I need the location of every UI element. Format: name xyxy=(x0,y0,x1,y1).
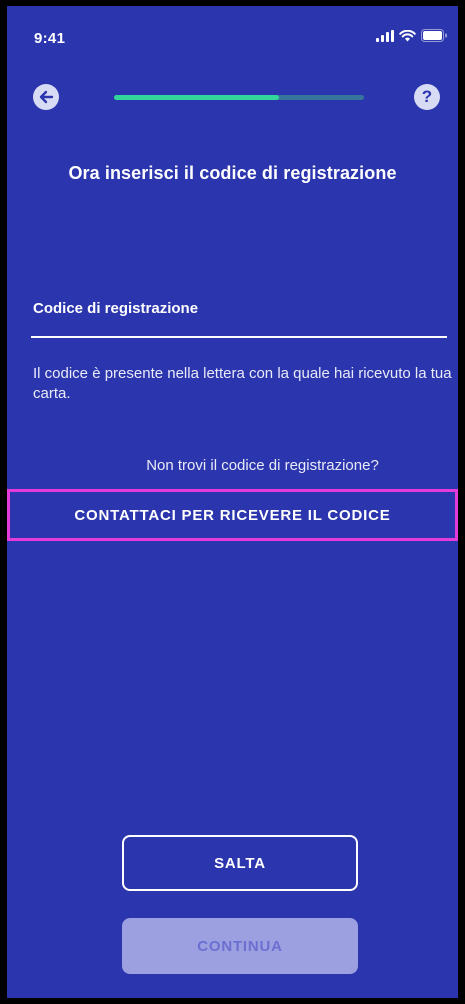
registration-code-label: Codice di registrazione xyxy=(33,300,199,317)
back-button[interactable] xyxy=(33,84,59,110)
code-not-found-question: Non trovi il codice di registrazione? xyxy=(146,457,379,474)
status-time: 9:41 xyxy=(34,30,66,47)
nav-bar: ? xyxy=(7,80,458,114)
continue-button[interactable]: CONTINUA xyxy=(122,918,358,974)
cellular-signal-icon xyxy=(376,29,394,42)
status-icons xyxy=(376,29,448,42)
progress-fill xyxy=(114,95,279,100)
help-button[interactable]: ? xyxy=(414,84,440,110)
helper-text: Il codice è presente nella lettera con l… xyxy=(33,365,452,402)
registration-code-screen: 9:41 ? Ora inserisci il codice di regist… xyxy=(7,6,458,998)
page-title: Ora inserisci il codice di registrazione xyxy=(68,163,397,183)
arrow-left-icon xyxy=(39,90,54,104)
wifi-icon xyxy=(399,29,416,41)
battery-icon xyxy=(421,29,447,42)
contact-us-link[interactable]: CONTATTACI PER RICEVERE IL CODICE xyxy=(7,489,458,541)
skip-button[interactable]: SALTA xyxy=(122,835,358,891)
status-bar: 9:41 xyxy=(7,6,458,50)
